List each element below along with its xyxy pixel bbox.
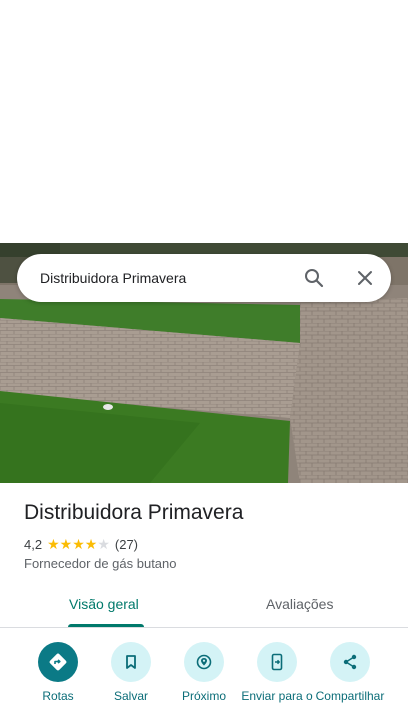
place-category[interactable]: Fornecedor de gás butano: [24, 556, 177, 571]
place-title: Distribuidora Primavera: [24, 501, 244, 524]
tab-overview[interactable]: Visão geral: [69, 596, 139, 612]
close-icon[interactable]: [355, 268, 375, 288]
share-button[interactable]: Compartilhar: [310, 642, 390, 703]
share-label: Compartilhar: [315, 689, 385, 703]
send-to-phone-button[interactable]: Enviar para o: [237, 642, 317, 703]
tab-bar: Visão geral Avaliações: [0, 585, 408, 628]
send-to-phone-icon: [257, 642, 297, 682]
directions-label: Rotas: [42, 689, 74, 703]
share-icon: [330, 642, 370, 682]
star-icon: ★: [72, 536, 85, 552]
directions-icon: [38, 642, 78, 682]
rating-value: 4,2: [24, 537, 43, 552]
tab-reviews[interactable]: Avaliações: [266, 596, 333, 612]
action-bar: Rotas Salvar Próximo Enviar para o Compa…: [0, 642, 408, 726]
star-icon: ★: [59, 536, 73, 552]
nearby-icon: [184, 642, 224, 682]
nearby-button[interactable]: Próximo: [164, 642, 244, 703]
star-empty-icon: ★: [97, 536, 110, 552]
search-bar[interactable]: Distribuidora Primavera: [17, 254, 391, 302]
star-icon: ★: [47, 536, 60, 552]
active-tab-indicator: [68, 624, 144, 627]
directions-button[interactable]: Rotas: [18, 642, 98, 703]
rating-row[interactable]: 4,2 ★★★★★ (27): [24, 536, 138, 553]
search-icon[interactable]: [304, 268, 324, 288]
save-button[interactable]: Salvar: [91, 642, 171, 703]
save-label: Salvar: [113, 689, 148, 703]
search-input[interactable]: Distribuidora Primavera: [40, 270, 391, 286]
nearby-label: Próximo: [181, 689, 226, 703]
rating-stars: ★★★★★: [47, 536, 110, 553]
bookmark-icon: [111, 642, 151, 682]
send-to-phone-label: Enviar para o: [241, 689, 313, 703]
star-icon: ★: [84, 536, 98, 552]
review-count[interactable]: (27): [115, 537, 138, 552]
